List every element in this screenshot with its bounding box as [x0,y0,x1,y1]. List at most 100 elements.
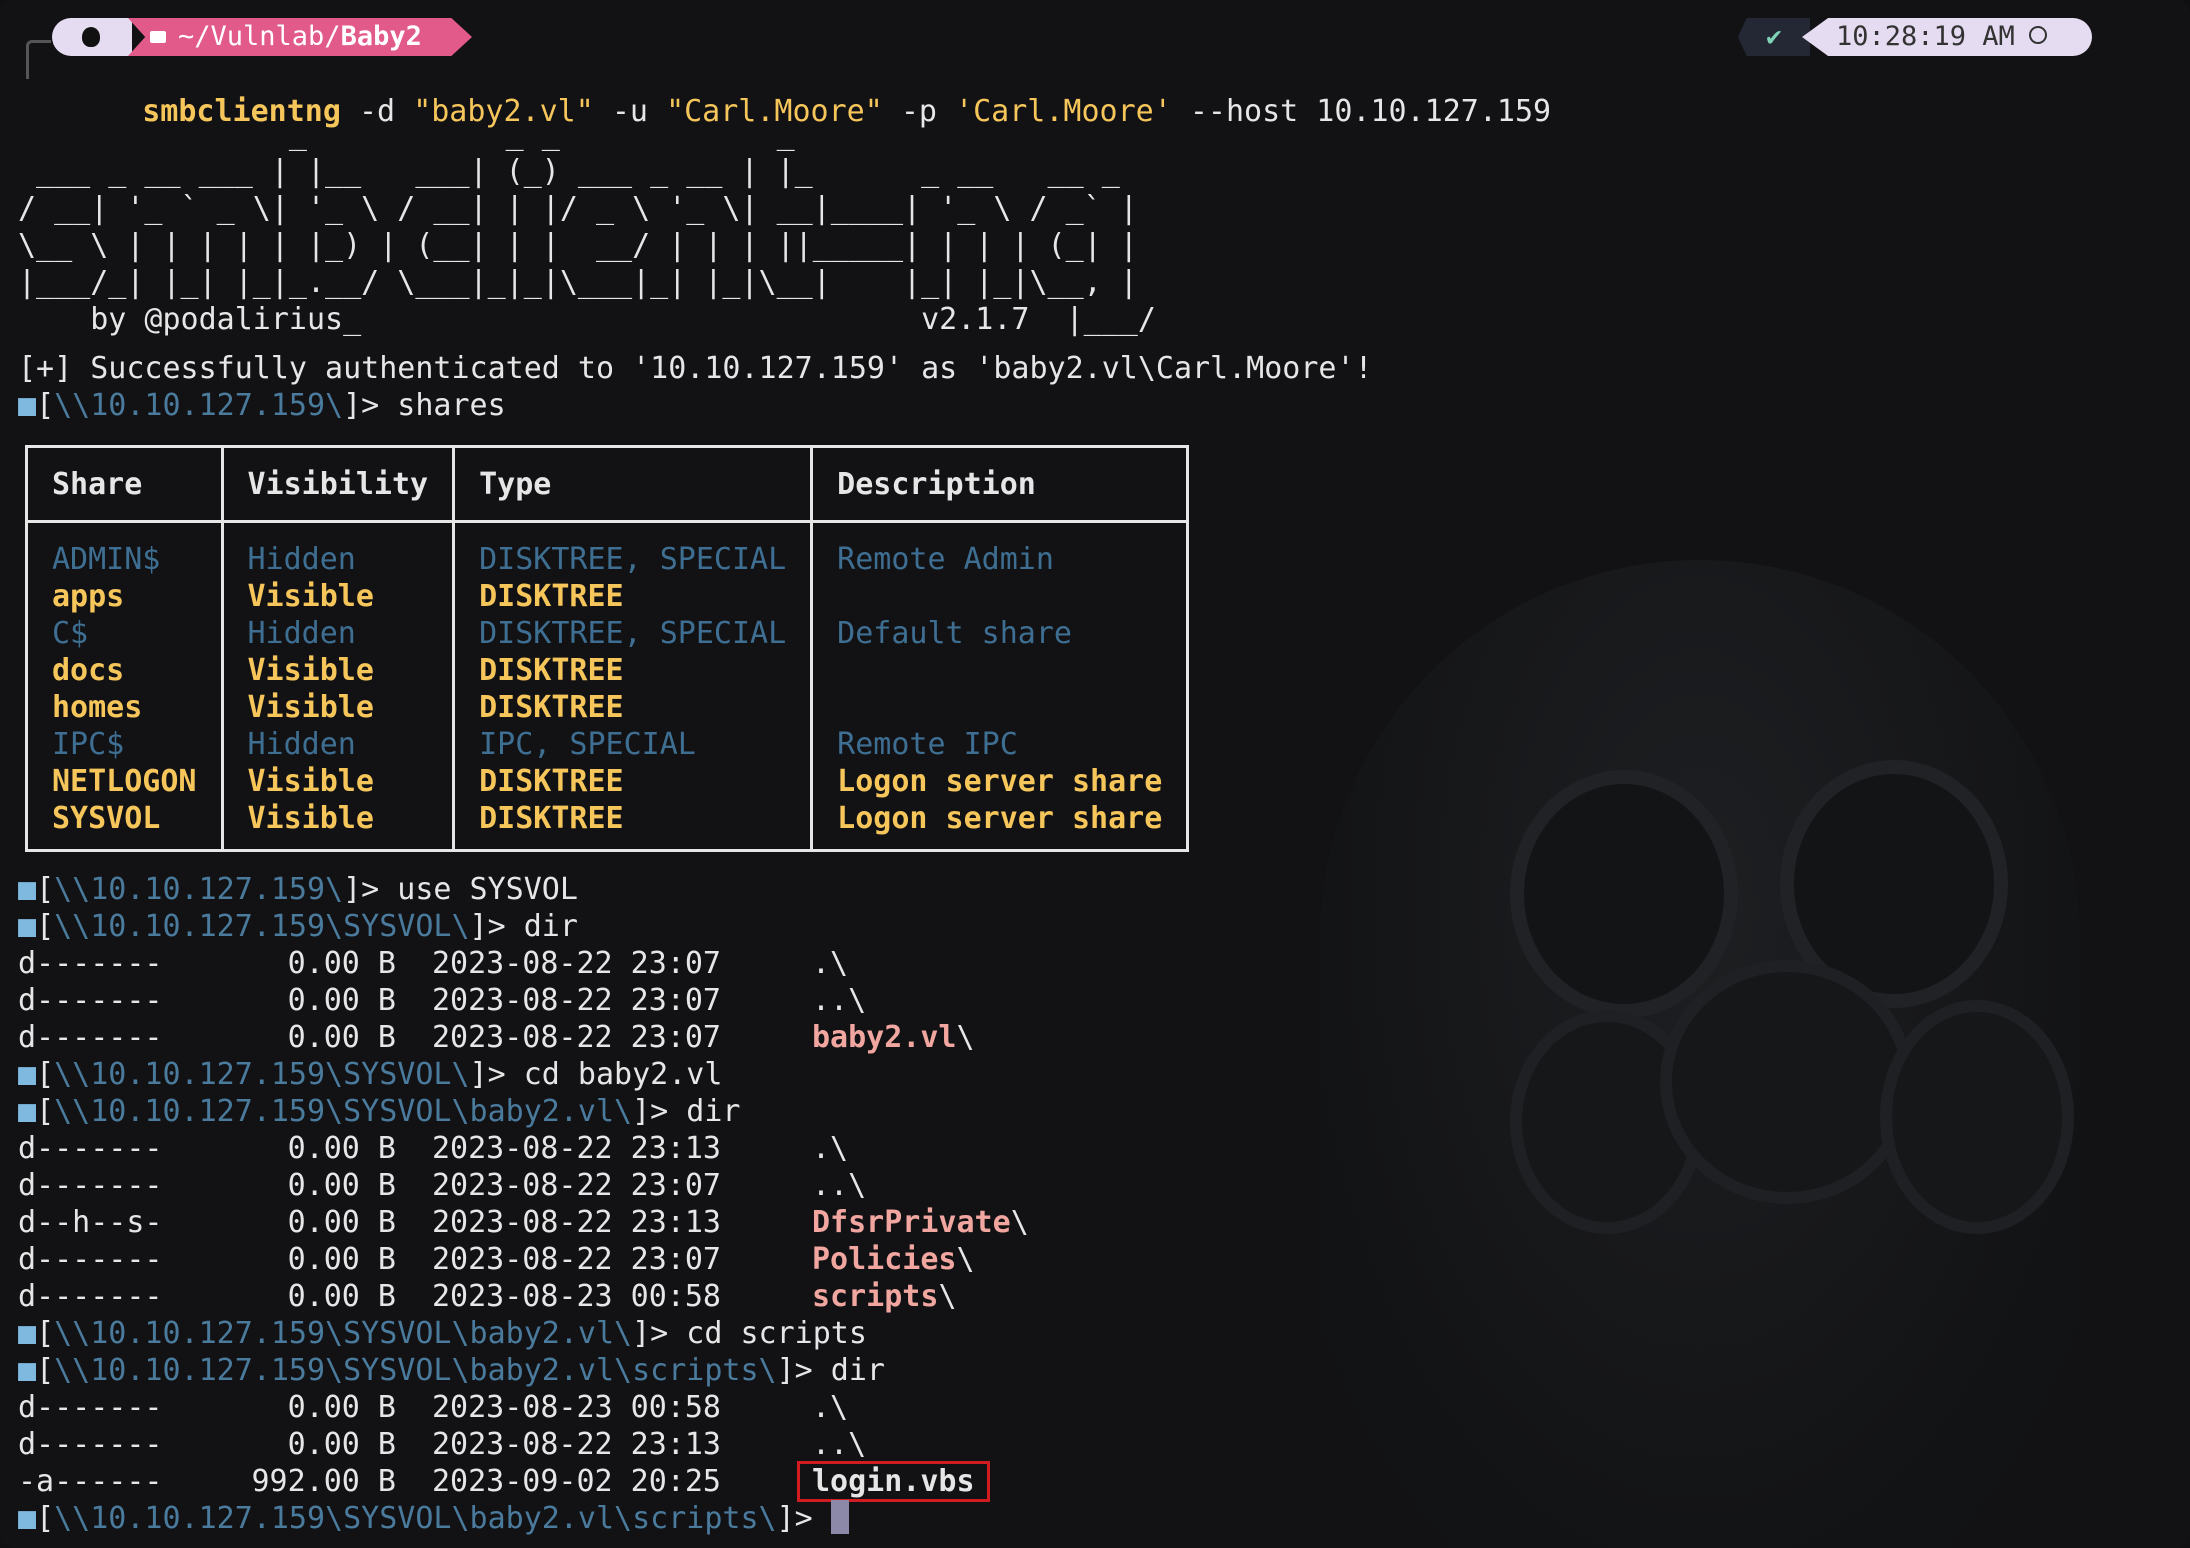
share-name: ADMIN$ [25,521,224,578]
prompt-line: ■[\\10.10.127.159\SYSVOL\baby2.vl\]> cd … [18,1315,867,1352]
entry-name: ..\ [812,983,867,1018]
prompt-line: ■[\\10.10.127.159\]> use SYSVOL [18,871,578,908]
prompt-command: cd baby2.vl [505,1057,723,1092]
entry-suffix: \ [956,1242,975,1277]
entry-name: Policies [812,1242,957,1277]
prompt-open-bracket: [ [36,1353,55,1388]
prompt-close-bracket: ]> [343,388,380,423]
share-row: SYSVOL Visible DISKTREE Logon server share [25,800,1190,851]
share-type: DISKTREE, SPECIAL [452,521,814,578]
prompt-command: dir [668,1094,741,1129]
dir-entry: d------- 0.00 B 2023-08-23 00:58 scripts\ [18,1278,957,1315]
entry-permissions: d------- [18,1427,163,1462]
share-visibility: Hidden [220,521,456,578]
share-visibility: Visible [220,689,456,726]
dir-entry: d------- 0.00 B 2023-08-22 23:07 Policies\ [18,1241,975,1278]
header-description: Description [810,445,1190,523]
entry-size: 0.00 B [287,1168,396,1203]
dir-entry: d--h--s- 0.00 B 2023-08-22 23:13 DfsrPrivat… [18,1204,1029,1241]
share-visibility: Visible [220,800,456,851]
entry-date: 2023-09-02 20:25 [432,1464,721,1499]
share-type: DISKTREE [452,763,814,800]
prompt-square-icon: ■ [18,909,37,944]
prompt-command: use SYSVOL [379,872,578,907]
entry-size: 0.00 B [287,946,396,981]
share-name: IPC$ [25,726,224,763]
entry-permissions: d------- [18,1131,163,1166]
entry-size: 0.00 B [287,1131,396,1166]
command-arg: --host 10.10.127.159 [1171,94,1552,129]
clock-time: 10:28:19 AM [1836,21,2015,52]
directory-name: Baby2 [340,21,422,52]
entry-date: 2023-08-22 23:07 [432,946,721,981]
prompt-square-icon: ■ [18,1316,37,1351]
share-type: DISKTREE [452,800,814,851]
time-segment: 10:28:19 AM [1802,18,2092,56]
prompt-close-bracket: ]> [469,909,506,944]
prompt-open-bracket: [ [36,1094,55,1129]
share-description [810,652,1190,689]
apple-icon [82,27,100,47]
prompt-path: \\10.10.127.159\ [54,872,344,907]
share-visibility: Visible [220,578,456,615]
prompt-close-bracket: ]> [469,1057,506,1092]
prompt-close-bracket: ]> [776,1353,813,1388]
share-name: SYSVOL [25,800,224,851]
prompt-bracket [26,40,51,79]
share-row: NETLOGON Visible DISKTREE Logon server shar… [25,763,1190,800]
ascii-banner: _ _ _ _ ___ _ __ ___ | |__ ___| (_) ___ … [18,117,1156,337]
prompt-path: \\10.10.127.159\SYSVOL\baby2.vl\scripts\ [54,1501,777,1536]
share-visibility: Visible [220,652,456,689]
entry-permissions: d------- [18,946,163,981]
directory-segment: ~/Vulnlab/Baby2 [128,18,472,56]
prompt-open-bracket: [ [36,872,55,907]
terminal-window[interactable]: ~/Vulnlab/Baby2 ✔ 10:28:19 AM smbclientn… [0,0,2190,1548]
prompt-command: dir [505,909,578,944]
gas-mask-figure-background [1240,560,2140,1548]
entry-size: 0.00 B [287,1205,396,1240]
entry-date: 2023-08-22 23:07 [432,1168,721,1203]
entry-date: 2023-08-22 23:13 [432,1205,721,1240]
prompt-path: \\10.10.127.159\SYSVOL\baby2.vl\ [54,1316,633,1351]
dir-entry: d------- 0.00 B 2023-08-22 23:13 .\ [18,1130,848,1167]
shares-table: Share Visibility Type Description ADMIN$… [25,445,1190,852]
entry-permissions: d------- [18,983,163,1018]
share-type: IPC, SPECIAL [452,726,814,763]
entry-name: baby2.vl [812,1020,957,1055]
prompt-open-bracket: [ [36,1316,55,1351]
prompt-command [813,1501,831,1536]
dir-entry: d------- 0.00 B 2023-08-22 23:07 ..\ [18,982,866,1019]
checkmark-icon: ✔ [1766,22,1782,52]
entry-size: 0.00 B [287,1390,396,1425]
entry-size: 0.00 B [287,1427,396,1462]
share-row: IPC$ Hidden IPC, SPECIAL Remote IPC [25,726,1190,763]
share-type: DISKTREE [452,652,814,689]
entry-date: 2023-08-22 23:07 [432,1020,721,1055]
prompt-open-bracket: [ [36,1057,55,1092]
entry-permissions: d------- [18,1390,163,1425]
share-name: NETLOGON [25,763,224,800]
prompt-path: \\10.10.127.159\SYSVOL\ [54,1057,470,1092]
prompt-bar: ~/Vulnlab/Baby2 ✔ 10:28:19 AM [0,16,2190,79]
entry-size: 0.00 B [287,1279,396,1314]
prompt-path: \\10.10.127.159\SYSVOL\ [54,909,470,944]
entry-date: 2023-08-22 23:07 [432,983,721,1018]
share-type: DISKTREE, SPECIAL [452,615,814,652]
status-segment: ✔ [1738,18,1810,56]
directory-prefix: ~/Vulnlab/ [178,21,341,52]
dir-entry: d------- 0.00 B 2023-08-22 23:13 ..\ [18,1426,866,1463]
entry-permissions: d------- [18,1242,163,1277]
dir-entry: d------- 0.00 B 2023-08-22 23:07 ..\ [18,1167,866,1204]
entry-name: scripts [812,1279,939,1314]
prompt-square-icon: ■ [18,1057,37,1092]
prompt-line: ■[\\10.10.127.159\SYSVOL\baby2.vl\script… [18,1500,849,1537]
prompt-close-bracket: ]> [632,1316,669,1351]
shares-table-header: Share Visibility Type Description [25,445,1190,523]
auth-message: [+] Successfully authenticated to '10.10… [18,351,1373,386]
prompt-line: ■[\\10.10.127.159\SYSVOL\baby2.vl\]> dir [18,1093,740,1130]
share-row: apps Visible DISKTREE [25,578,1190,615]
highlighted-file-name: login.vbs [797,1461,990,1502]
prompt-line: ■[\\10.10.127.159\]> shares [18,387,506,424]
prompt-square-icon: ■ [18,1353,37,1388]
share-row: C$ Hidden DISKTREE, SPECIAL Default share [25,615,1190,652]
